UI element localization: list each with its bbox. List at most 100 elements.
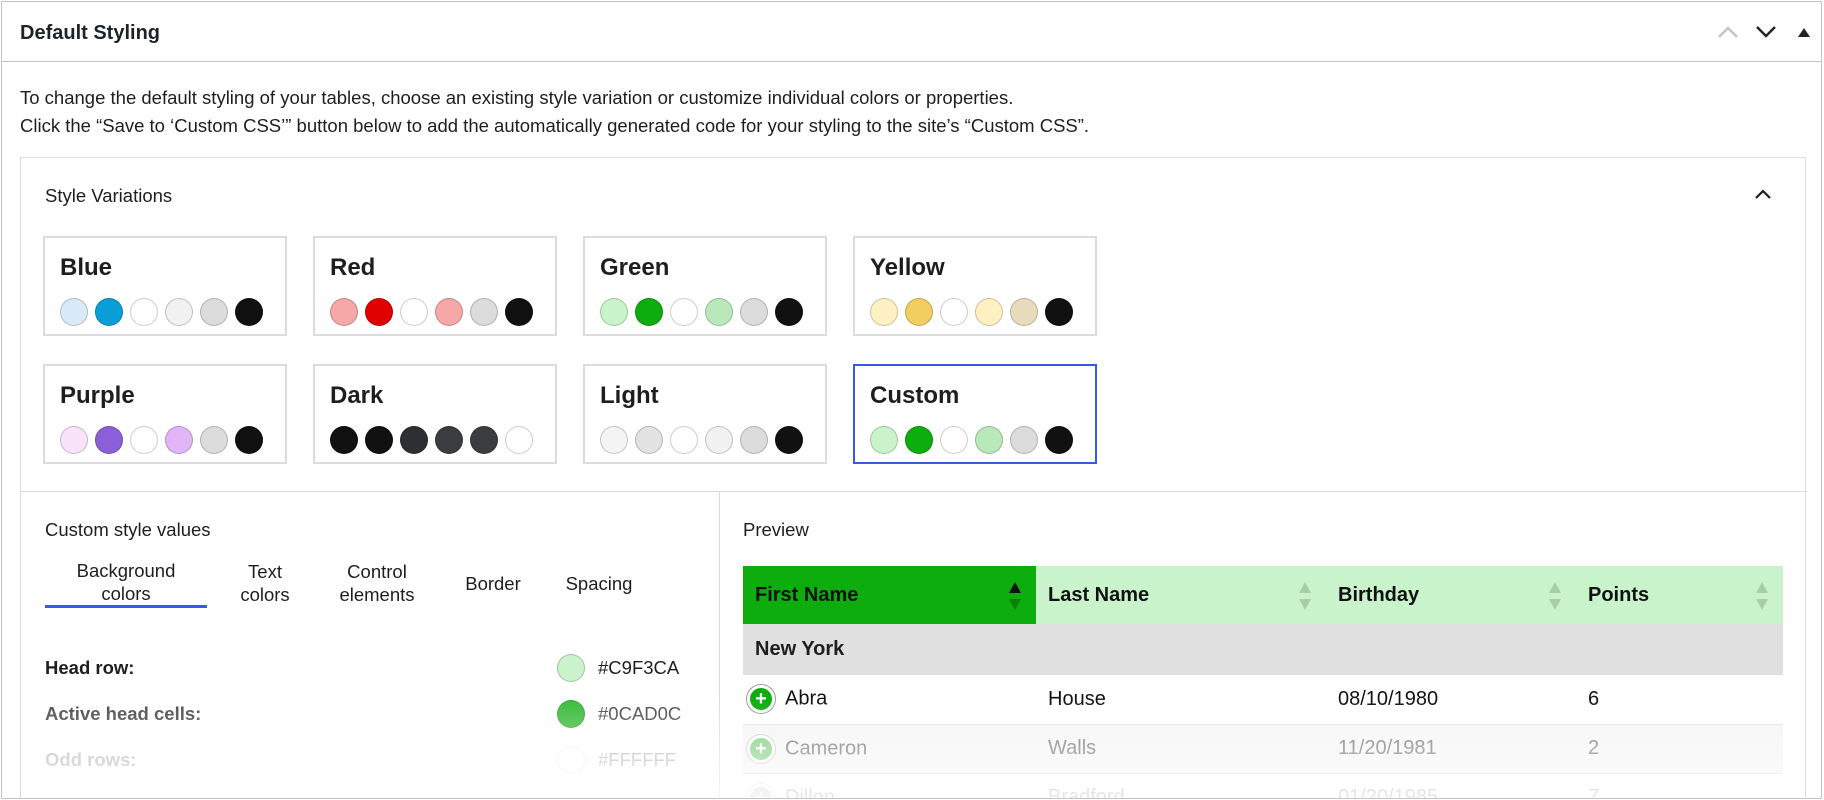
color-swatch	[975, 426, 1003, 454]
color-hex-value[interactable]: #C9F3CA	[598, 657, 679, 679]
custom-values-tabs: Background colors Text colors Control el…	[45, 558, 695, 608]
style-card-dark[interactable]: Dark	[313, 364, 557, 464]
sort-icon	[1756, 582, 1768, 610]
tab-control-elements[interactable]: Control elements	[317, 558, 437, 608]
style-card-name: Purple	[60, 382, 135, 409]
color-swatch	[705, 426, 733, 454]
color-swatch	[940, 426, 968, 454]
value-label: Head row:	[45, 657, 135, 678]
cell-last-name: Bradford	[1036, 773, 1326, 798]
color-swatch	[435, 426, 463, 454]
color-swatch	[330, 426, 358, 454]
color-swatch	[60, 426, 88, 454]
table-row: + Dillon Bradford 01/20/1985 7	[743, 773, 1783, 799]
tab-label: Control elements	[339, 561, 415, 605]
style-card-light[interactable]: Light	[583, 364, 827, 464]
header-label: Points	[1588, 583, 1650, 606]
color-swatch	[235, 298, 263, 326]
preview-table: First Name Last Name Birthday Points New…	[743, 566, 1783, 799]
color-picker-swatch[interactable]	[557, 700, 585, 728]
cell-first-name: Abra	[785, 687, 828, 710]
column-header-first-name[interactable]: First Name	[743, 566, 1036, 624]
custom-values-title: Custom style values	[45, 519, 211, 540]
cell-birthday: 11/20/1981	[1326, 724, 1576, 774]
chevron-up-icon[interactable]	[1712, 16, 1744, 48]
cell-first-name: Cameron	[785, 736, 868, 759]
value-label: Odd rows:	[45, 749, 137, 770]
style-card-custom[interactable]: Custom	[853, 364, 1097, 464]
tab-spacing[interactable]: Spacing	[551, 558, 647, 608]
color-swatch	[670, 426, 698, 454]
style-card-green[interactable]: Green	[583, 236, 827, 336]
style-card-red[interactable]: Red	[313, 236, 557, 336]
color-swatch	[635, 426, 663, 454]
color-swatch	[975, 298, 1003, 326]
default-styling-panel: Default Styling To change the default st…	[1, 1, 1822, 799]
panel-header: Default Styling	[2, 2, 1821, 62]
color-swatch	[130, 298, 158, 326]
tab-border[interactable]: Border	[447, 558, 539, 608]
preview-title: Preview	[743, 519, 809, 540]
color-swatch	[165, 298, 193, 326]
color-hex-value[interactable]: #0CAD0C	[598, 703, 681, 725]
color-picker-swatch[interactable]	[557, 746, 585, 774]
cell-last-name: Walls	[1036, 724, 1326, 774]
color-picker-swatch[interactable]	[557, 654, 585, 682]
color-swatch	[600, 426, 628, 454]
column-header-birthday[interactable]: Birthday	[1326, 566, 1576, 624]
tab-text-colors[interactable]: Text colors	[225, 558, 305, 608]
expand-plus-icon[interactable]: +	[747, 685, 775, 714]
style-card-yellow[interactable]: Yellow	[853, 236, 1097, 336]
tab-label: Text colors	[240, 561, 290, 605]
color-swatch	[740, 426, 768, 454]
column-header-points[interactable]: Points	[1576, 566, 1783, 624]
color-swatch	[870, 298, 898, 326]
collapse-chevron-up-icon[interactable]	[1749, 180, 1777, 208]
header-label: Last Name	[1048, 583, 1150, 606]
column-header-last-name[interactable]: Last Name	[1036, 566, 1326, 624]
color-swatch	[95, 426, 123, 454]
cell-points: 2	[1576, 724, 1783, 774]
color-hex-value[interactable]: #FFFFFF	[598, 749, 676, 771]
color-swatch	[600, 298, 628, 326]
chevron-down-icon[interactable]	[1750, 16, 1782, 48]
sort-icon	[1549, 582, 1561, 610]
section-divider	[21, 491, 1807, 492]
color-swatch	[905, 298, 933, 326]
color-swatch	[130, 426, 158, 454]
tab-background-colors[interactable]: Background colors	[45, 558, 207, 608]
table-row: + Cameron Walls 11/20/1981 2	[743, 724, 1783, 774]
cell-birthday: 01/20/1985	[1326, 773, 1576, 798]
color-swatch	[235, 426, 263, 454]
value-row-head-row: Head row: #C9F3CA	[45, 654, 685, 684]
intro-line-2: Click the “Save to ‘Custom CSS’” button …	[20, 115, 1090, 136]
style-card-purple[interactable]: Purple	[43, 364, 287, 464]
value-row-active-head-cells: Active head cells: #0CAD0C	[45, 700, 685, 730]
header-label: First Name	[755, 583, 859, 606]
sort-ascending-icon	[1009, 582, 1021, 610]
cell-first-name: Dillon	[785, 786, 836, 799]
group-label: New York	[743, 624, 1783, 675]
expand-plus-icon[interactable]: +	[747, 734, 775, 763]
style-card-blue[interactable]: Blue	[43, 236, 287, 336]
cell-last-name: House	[1036, 675, 1326, 725]
color-swatch	[740, 298, 768, 326]
color-swatch	[165, 426, 193, 454]
triangle-up-icon[interactable]	[1788, 16, 1820, 48]
color-swatch	[365, 426, 393, 454]
style-card-name: Custom	[870, 382, 960, 409]
sort-icon	[1299, 582, 1311, 610]
table-row: + Abra House 08/10/1980 6	[743, 675, 1783, 725]
color-swatch	[1045, 298, 1073, 326]
style-card-name: Light	[600, 382, 659, 409]
color-swatch	[95, 298, 123, 326]
color-swatch	[505, 298, 533, 326]
expand-plus-icon[interactable]: +	[747, 783, 775, 798]
value-row-odd-rows: Odd rows: #FFFFFF	[45, 746, 685, 776]
color-swatch	[775, 298, 803, 326]
cell-points: 7	[1576, 773, 1783, 798]
color-swatch	[435, 298, 463, 326]
color-swatch	[1010, 298, 1038, 326]
color-swatch	[200, 298, 228, 326]
style-card-name: Red	[330, 254, 376, 281]
